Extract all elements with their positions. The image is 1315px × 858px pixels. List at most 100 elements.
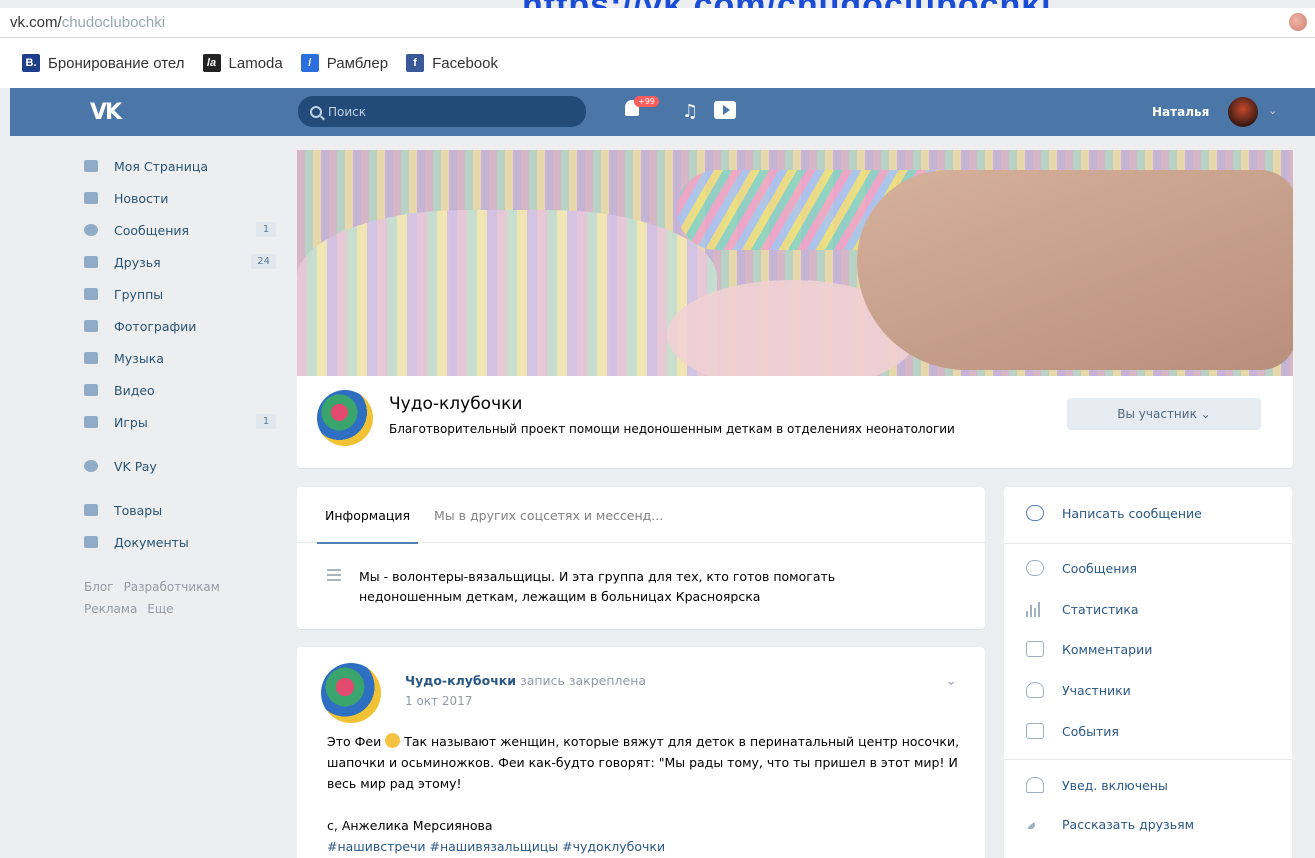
group-header-card: Чудо-клубочки Благотворительный проект п… <box>297 376 1293 468</box>
sidebar-item-label: Группы <box>114 286 164 302</box>
post-author[interactable]: Чудо-клубочки запись закреплена <box>405 673 646 688</box>
search-icon <box>310 105 322 118</box>
group-cover-image <box>297 150 1293 376</box>
friends-icon <box>84 256 98 268</box>
action-notifications[interactable]: Увед. включены <box>1026 777 1168 793</box>
sidebar-item-vkpay[interactable]: VK Pay <box>84 450 284 482</box>
left-sidebar-menu: Моя Страница Новости Сообщения 1 Друзья 24… <box>84 150 284 620</box>
tab-other-networks[interactable]: Мы в других соцсетях и мессенд... <box>426 487 671 543</box>
sidebar-item-goods[interactable]: Товары <box>84 494 284 526</box>
bookmark-booking[interactable]: B. Бронирование отел <box>22 54 185 72</box>
user-name[interactable]: Наталья <box>1152 105 1209 119</box>
post-hashtags[interactable]: #нашивстречи #нашивязальщицы #чудоклубоч… <box>327 836 967 857</box>
sidebar-item-label: Музыка <box>114 350 164 366</box>
info-tabs: Информация Мы в других соцсетях и мессен… <box>297 487 985 544</box>
bookmark-facebook[interactable]: f Facebook <box>406 54 498 72</box>
action-label: Увед. включены <box>1062 777 1168 793</box>
action-label: Сообщения <box>1062 560 1138 576</box>
group-info-card: Информация Мы в других соцсетях и мессен… <box>297 487 985 629</box>
bell-icon <box>1026 777 1044 793</box>
sidebar-item-games[interactable]: Игры 1 <box>84 406 284 438</box>
vk-top-header: VK +99 ♫ Наталья ⌄ <box>10 88 1315 136</box>
sidebar-item-label: Новости <box>114 190 169 206</box>
menu-divider <box>84 438 284 450</box>
action-statistics[interactable]: Статистика <box>1026 601 1139 617</box>
message-bubble-icon <box>1026 560 1044 576</box>
pinned-label: запись закреплена <box>520 673 647 688</box>
info-description-row: Мы - волонтеры-вязальщицы. И эта группа … <box>327 567 947 607</box>
post-author-avatar[interactable] <box>321 663 381 723</box>
sidebar-item-label: Моя Страница <box>114 158 208 174</box>
bookmark-lamoda[interactable]: la Lamoda <box>202 54 283 72</box>
chevron-down-icon: ⌄ <box>1200 407 1211 421</box>
bookmark-rambler[interactable]: / Рамблер <box>300 54 389 72</box>
footer-link-more[interactable]: Еще <box>147 602 173 616</box>
search-box[interactable] <box>298 96 586 127</box>
facebook-icon: f <box>406 54 425 72</box>
post-text: Это Феи Так называют женщин, которые вяж… <box>327 731 967 857</box>
chevron-down-icon[interactable]: ⌄ <box>1268 104 1277 117</box>
browser-address-bar[interactable]: vk.com/chudoclubochki <box>0 8 1315 38</box>
rambler-icon: / <box>300 54 319 72</box>
action-label: Статистика <box>1062 601 1139 617</box>
sidebar-item-label: Видео <box>114 382 155 398</box>
home-icon <box>84 160 98 172</box>
avatar[interactable] <box>1228 97 1258 127</box>
video-icon <box>84 384 98 396</box>
group-actions-card: Написать сообщение Сообщения Статистика … <box>1004 487 1292 858</box>
games-icon <box>84 416 98 428</box>
footer-link-ads[interactable]: Реклама <box>84 602 137 616</box>
groups-icon <box>84 288 98 300</box>
sidebar-item-news[interactable]: Новости <box>84 182 284 214</box>
bookmark-label: Бронирование отел <box>48 54 185 72</box>
post-date[interactable]: 1 окт 2017 <box>405 694 472 708</box>
search-input[interactable] <box>328 104 568 119</box>
bookmark-label: Рамблер <box>326 54 389 72</box>
info-description-text: Мы - волонтеры-вязальщицы. И эта группа … <box>359 569 836 604</box>
sidebar-item-video[interactable]: Видео <box>84 374 284 406</box>
booking-icon: B. <box>22 54 40 72</box>
sidebar-item-groups[interactable]: Группы <box>84 278 284 310</box>
sidebar-item-label: Документы <box>114 534 189 550</box>
notifications-button[interactable]: +99 <box>622 96 659 122</box>
divider <box>1004 543 1292 544</box>
sidebar-item-music[interactable]: Музыка <box>84 342 284 374</box>
sidebar-item-messages[interactable]: Сообщения 1 <box>84 214 284 246</box>
write-message-button[interactable]: Написать сообщение <box>1026 505 1202 521</box>
vkpay-icon <box>84 460 98 472</box>
notifications-badge: +99 <box>634 96 659 107</box>
music-icon[interactable]: ♫ <box>682 101 698 122</box>
lamoda-icon: la <box>202 54 221 72</box>
members-icon <box>1026 682 1044 698</box>
member-status-button[interactable]: Вы участник ⌄ <box>1067 398 1261 430</box>
sidebar-item-documents[interactable]: Документы <box>84 526 284 558</box>
bookmark-label: Lamoda <box>228 54 283 72</box>
action-comments[interactable]: Комментарии <box>1026 641 1152 657</box>
sidebar-item-friends[interactable]: Друзья 24 <box>84 246 284 278</box>
vk-logo[interactable]: VK <box>90 100 122 125</box>
url-path: chudoclubochki <box>61 14 166 31</box>
action-messages[interactable]: Сообщения <box>1026 560 1137 576</box>
events-icon <box>1026 723 1044 739</box>
group-avatar[interactable] <box>317 390 373 446</box>
news-icon <box>84 192 98 204</box>
sidebar-item-my-page[interactable]: Моя Страница <box>84 150 284 182</box>
action-label: Рассказать друзьям <box>1062 817 1195 832</box>
chevron-down-icon[interactable]: ⌄ <box>945 673 957 689</box>
tab-information[interactable]: Информация <box>317 487 419 544</box>
sidebar-item-label: Игры <box>114 414 148 430</box>
action-events[interactable]: События <box>1026 723 1119 739</box>
address-url[interactable]: vk.com/chudoclubochki <box>10 14 165 31</box>
post-author-name[interactable]: Чудо-клубочки <box>405 673 516 688</box>
action-members[interactable]: Участники <box>1026 682 1131 698</box>
video-icon[interactable] <box>714 101 736 119</box>
divider <box>1004 759 1292 760</box>
group-description: Благотворительный проект помощи недоноше… <box>389 422 955 436</box>
action-share[interactable]: Рассказать друзьям <box>1026 817 1194 832</box>
footer-link-blog[interactable]: Блог <box>84 580 114 594</box>
sidebar-item-label: Товары <box>114 502 163 518</box>
footer-link-developers[interactable]: Разработчикам <box>124 580 220 594</box>
member-button-label: Вы участник <box>1117 407 1197 421</box>
browser-profile-icon[interactable] <box>1289 13 1307 31</box>
sidebar-item-photos[interactable]: Фотографии <box>84 310 284 342</box>
